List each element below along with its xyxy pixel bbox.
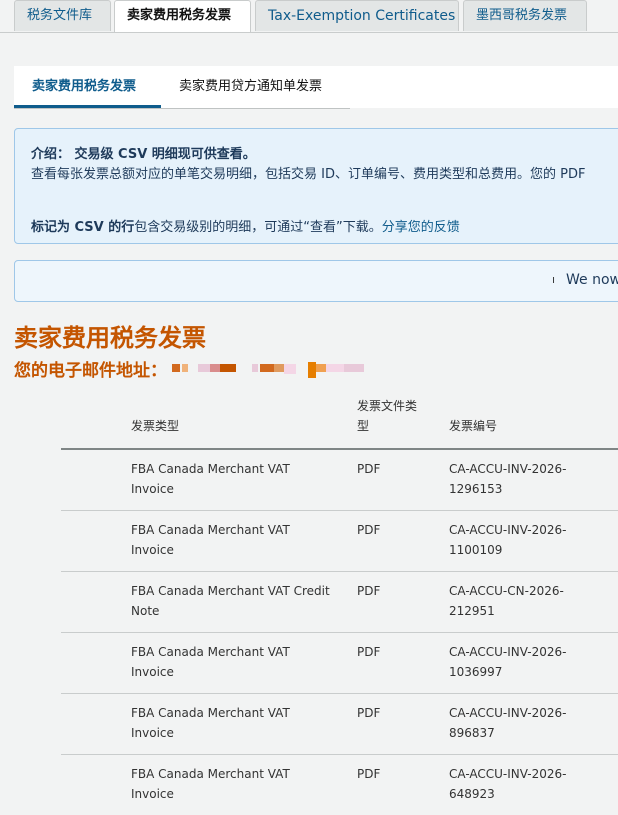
table-row: FBA Canada Merchant VAT Invoice PDF CA-A… bbox=[61, 449, 618, 511]
cell-invoice-number: CA-ACCU-INV-2026-1100109 bbox=[449, 523, 567, 557]
notice-banner: ı We now bbox=[14, 260, 618, 302]
cell-invoice-number: CA-ACCU-CN-2026-212951 bbox=[449, 584, 564, 618]
cell-invoice-type: FBA Canada Merchant VAT Invoice bbox=[131, 706, 290, 740]
table-row: FBA Canada Merchant VAT Credit Note PDF … bbox=[61, 571, 618, 633]
cell-file-type: PDF bbox=[357, 706, 381, 720]
cell-file-type: PDF bbox=[357, 523, 381, 537]
sub-tab-panel: 卖家费用税务发票 卖家费用贷方通知单发票 bbox=[14, 66, 618, 109]
intro-description: 查看每张发票总额对应的单笔交易明细，包括交易 ID、订单编号、费用类型和总费用。… bbox=[31, 167, 586, 182]
subtab-seller-fee-invoice[interactable]: 卖家费用税务发票 bbox=[14, 66, 161, 108]
feedback-link[interactable]: 分享您的反馈 bbox=[382, 220, 460, 235]
info-icon: ı bbox=[552, 273, 556, 286]
header-file-type-line1: 发票文件类 bbox=[357, 399, 418, 413]
top-tab-bar: 税务文件库 卖家费用税务发票 Tax-Exemption Certificate… bbox=[0, 0, 618, 33]
table-row: FBA Canada Merchant VAT Invoice PDF CA-A… bbox=[61, 693, 618, 755]
csv-note: 标记为 CSV 的行包含交易级别的明细，可通过“查看”下载。分享您的反馈 bbox=[31, 216, 460, 235]
email-label: 您的电子邮件地址： bbox=[14, 361, 167, 381]
cell-invoice-type: FBA Canada Merchant VAT Invoice bbox=[131, 462, 290, 496]
header-file-type-line2: 型 bbox=[357, 419, 370, 433]
intro-title: 介绍： 交易级 CSV 明细现可供查看。 bbox=[31, 147, 256, 162]
header-invoice-type[interactable]: 发票类型 bbox=[131, 416, 179, 436]
cell-invoice-number: CA-ACCU-INV-2026-1296153 bbox=[449, 462, 567, 496]
table-row: FBA Canada Merchant VAT Invoice PDF CA-A… bbox=[61, 632, 618, 694]
tab-tax-exemption-certificates[interactable]: Tax-Exemption Certificates bbox=[255, 0, 459, 31]
intro-info-box: 介绍： 交易级 CSV 明细现可供查看。 查看每张发票总额对应的单笔交易明细，包… bbox=[14, 128, 618, 244]
header-file-type[interactable]: 发票文件类 型 bbox=[357, 396, 417, 436]
cell-file-type: PDF bbox=[357, 645, 381, 659]
cell-invoice-number: CA-ACCU-INV-2026-1036997 bbox=[449, 645, 567, 679]
csv-note-text: 包含交易级别的明细，可通过“查看”下载。 bbox=[134, 220, 382, 235]
cell-invoice-number: CA-ACCU-INV-2026-648923 bbox=[449, 767, 567, 801]
table-row: FBA Canada Merchant VAT Invoice PDF CA-A… bbox=[61, 754, 618, 815]
cell-file-type: PDF bbox=[357, 767, 381, 781]
cell-invoice-type: FBA Canada Merchant VAT Invoice bbox=[131, 523, 290, 557]
cell-invoice-number: CA-ACCU-INV-2026-896837 bbox=[449, 706, 567, 740]
tab-seller-fee-tax-invoice[interactable]: 卖家费用税务发票 bbox=[114, 0, 251, 32]
cell-invoice-type: FBA Canada Merchant VAT Credit Note bbox=[131, 584, 330, 618]
csv-note-bold: 标记为 CSV 的行 bbox=[31, 220, 135, 235]
cell-file-type: PDF bbox=[357, 584, 381, 598]
email-address-redacted bbox=[172, 360, 366, 380]
header-invoice-number[interactable]: 发票编号 bbox=[449, 416, 497, 436]
page-title: 卖家费用税务发票 bbox=[14, 324, 206, 352]
sub-tab-bar: 卖家费用税务发票 卖家费用贷方通知单发票 bbox=[14, 66, 350, 109]
cell-file-type: PDF bbox=[357, 462, 381, 476]
cell-invoice-type: FBA Canada Merchant VAT Invoice bbox=[131, 767, 290, 801]
tab-mexico-tax-invoice[interactable]: 墨西哥税务发票 bbox=[463, 0, 587, 31]
table-row: FBA Canada Merchant VAT Invoice PDF CA-A… bbox=[61, 510, 618, 572]
notice-text: We now bbox=[566, 272, 618, 288]
cell-invoice-type: FBA Canada Merchant VAT Invoice bbox=[131, 645, 290, 679]
tab-tax-document-library[interactable]: 税务文件库 bbox=[14, 0, 111, 31]
subtab-credit-note-invoice[interactable]: 卖家费用贷方通知单发票 bbox=[161, 66, 322, 108]
